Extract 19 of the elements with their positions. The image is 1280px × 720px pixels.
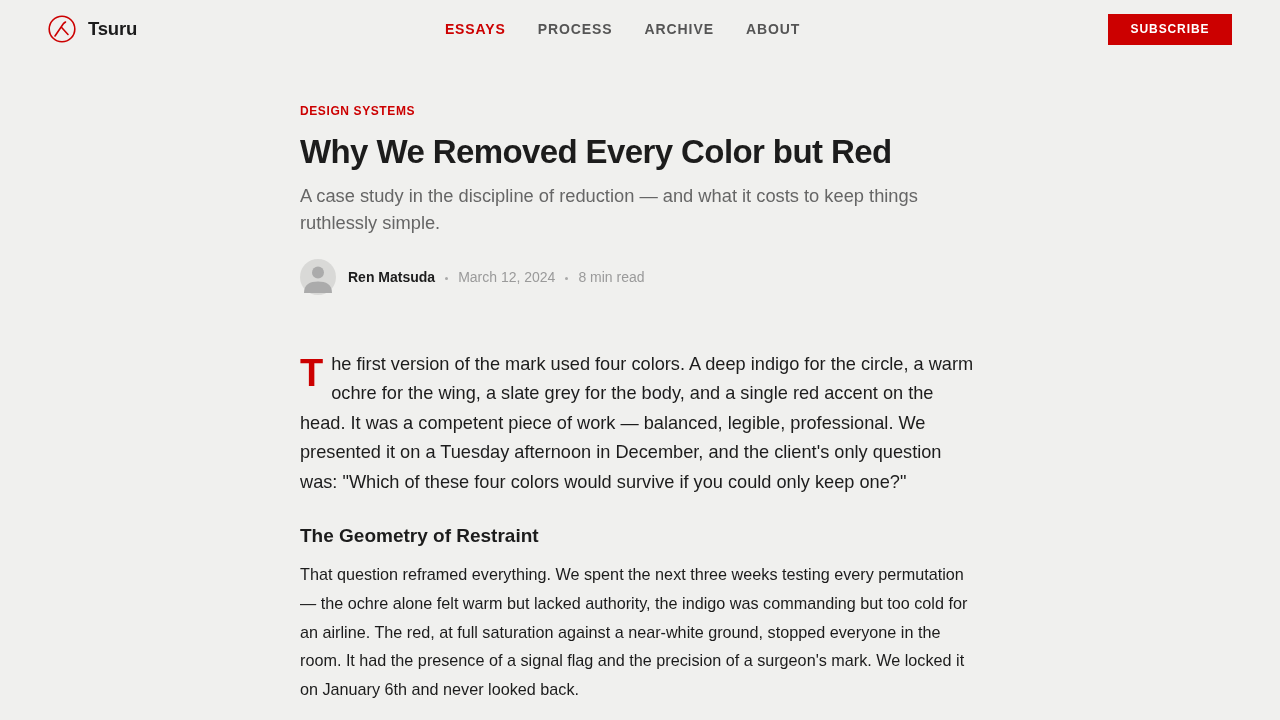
body-paragraph: That question reframed everything. We spent the next three weeks testing every permutation — the ochre alone felt warm but lacked authority, the indigo was commanding but too cold for an airline. The red, at full saturation against a near-white ground, stopped everyone in the room. It had the presence of a signal flag and the precision of a surgeon's mark. We locked it on January 6th and never looked back.	[300, 564, 969, 701]
article-title: Why We Removed Every Color but Red	[300, 132, 893, 172]
section-heading: The Geometry of Restraint	[300, 524, 540, 549]
nav-link[interactable]: ABOUT	[745, 21, 801, 37]
nav-link[interactable]: ARCHIVE	[644, 21, 714, 37]
nav-link[interactable]: PROCESS	[537, 21, 613, 37]
publish-date: March 12, 2024	[458, 269, 556, 285]
subscribe-button[interactable]: SUBSCRIBE	[1108, 13, 1232, 45]
nav-link[interactable]: ESSAYS	[444, 21, 506, 37]
read-time: 8 min read	[578, 269, 645, 285]
lead-paragraph: The first version of the mark used four colors. A deep indigo for the circle, a warm ochre for the wing, a slate grey for the body, and a single red accent on the head. It was a competent piece of work — balanced, legible, professional. We presented it on a Tuesday afternoon in December, and the client's only question was: "Which of these four colors would survive if you could only keep one?"	[300, 351, 975, 494]
category-label[interactable]: DESIGN SYSTEMS	[300, 103, 980, 119]
brand-name[interactable]: Tsuru	[88, 18, 138, 40]
crane-logo-icon[interactable]	[48, 15, 76, 43]
author-name[interactable]: Ren Matsuda	[348, 269, 436, 285]
avatar-silhouette-icon	[300, 259, 336, 295]
separator-dot-icon	[445, 276, 449, 280]
separator-dot-icon	[565, 276, 569, 280]
article-subtitle: A case study in the discipline of reduction — and what it costs to keep things ruthlessly simple.	[300, 184, 919, 235]
